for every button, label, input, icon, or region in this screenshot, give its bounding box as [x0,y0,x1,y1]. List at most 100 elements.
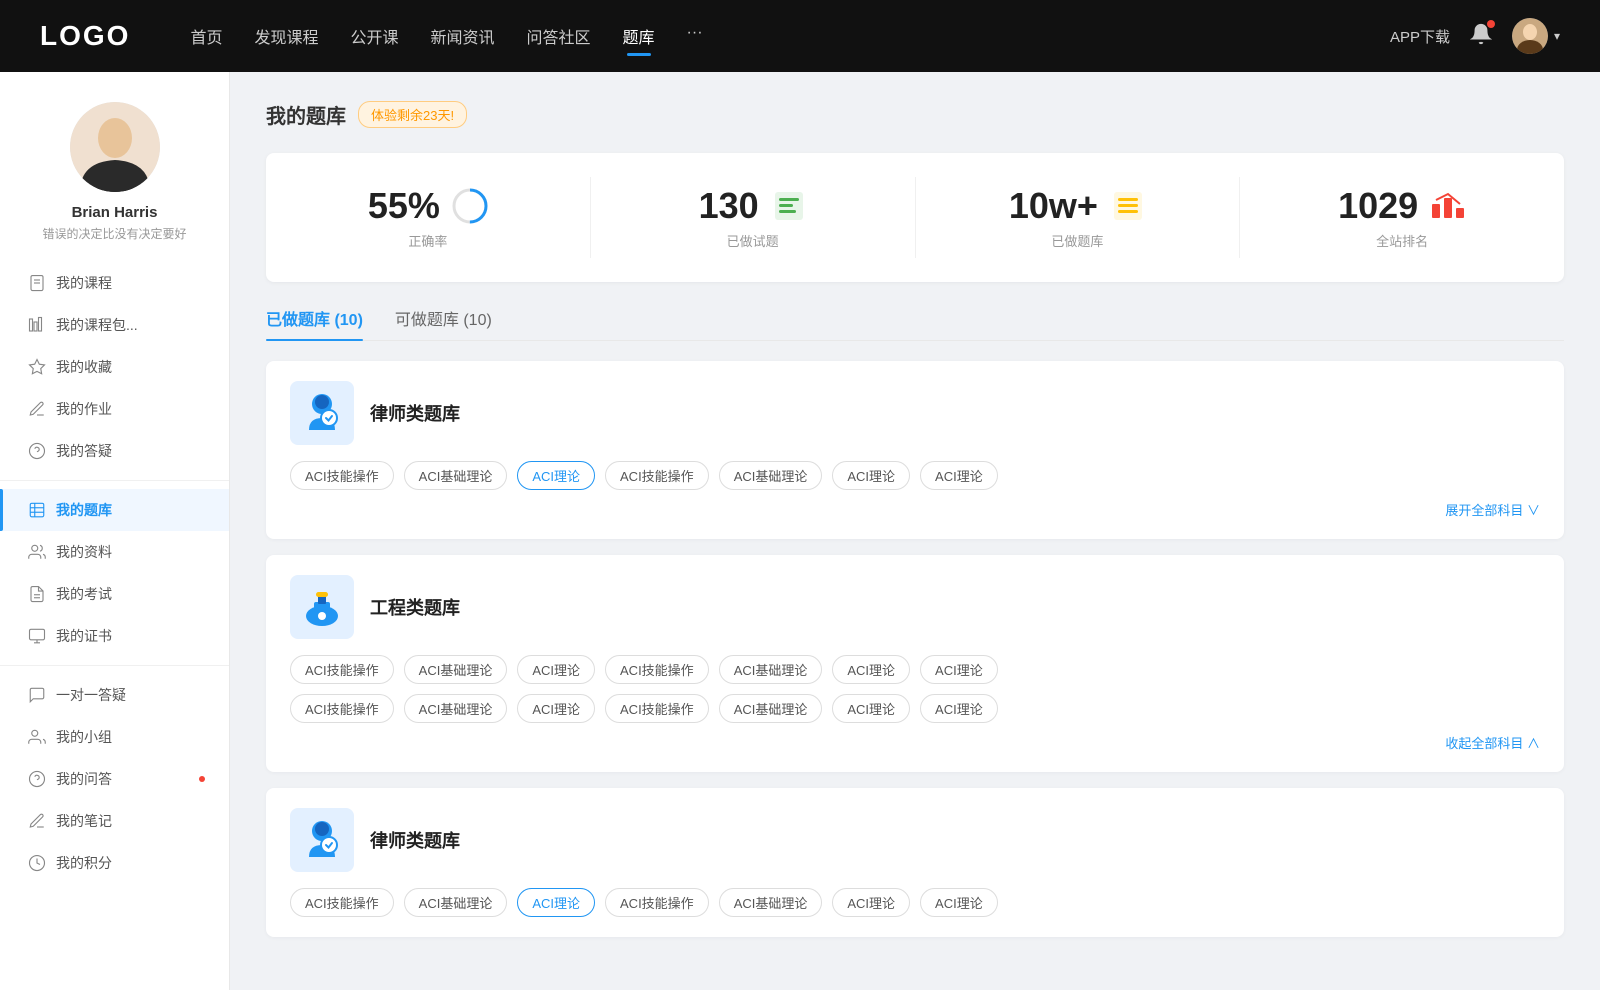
stats-card: 55% 正确率 130 [266,153,1564,282]
tag[interactable]: ACI基础理论 [404,694,508,723]
sidebar-item-mydata[interactable]: 我的资料 [0,531,229,573]
nav-more[interactable]: ··· [687,20,703,52]
sidebar-item-favorites[interactable]: 我的收藏 [0,346,229,388]
sidebar-divider [0,480,229,481]
stat-rank-number: 1029 [1338,185,1418,227]
stat-done-number: 130 [699,185,759,227]
tab-available-banks[interactable]: 可做题库 (10) [395,306,492,340]
tag[interactable]: ACI技能操作 [605,888,709,917]
app-download-link[interactable]: APP下载 [1390,26,1450,47]
notification-badge [1487,20,1495,28]
sidebar-menu: 我的课程 我的课程包... 我的收藏 我的作业 我的答疑 我的题 [0,262,229,884]
sidebar-item-notes[interactable]: 我的笔记 [0,800,229,842]
sidebar-item-onetoone[interactable]: 一对一答疑 [0,674,229,716]
tag[interactable]: ACI理论 [920,461,998,490]
tab-done-banks[interactable]: 已做题库 (10) [266,306,363,340]
tag[interactable]: ACI基础理论 [719,461,823,490]
notification-dot [199,776,205,782]
sidebar-item-homework[interactable]: 我的作业 [0,388,229,430]
stat-accuracy-number: 55% [368,185,440,227]
qbank-section-lawyer: 律师类题库 ACI技能操作 ACI基础理论 ACI理论 ACI技能操作 ACI基… [266,361,1564,539]
topnav: LOGO 首页 发现课程 公开课 新闻资讯 问答社区 题库 ··· APP下载 … [0,0,1600,72]
tag[interactable]: ACI基础理论 [404,461,508,490]
tag-active[interactable]: ACI理论 [517,888,595,917]
qbank-section-engineering: 工程类题库 ACI技能操作 ACI基础理论 ACI理论 ACI技能操作 ACI基… [266,555,1564,772]
tag[interactable]: ACI理论 [832,655,910,684]
qbank-tags-engineering-row1: ACI技能操作 ACI基础理论 ACI理论 ACI技能操作 ACI基础理论 AC… [290,655,1540,684]
qbank-icon-engineering [290,575,354,639]
nav-links: 首页 发现课程 公开课 新闻资讯 问答社区 题库 ··· [190,20,1390,52]
page-title-row: 我的题库 体验剩余23天! [266,100,1564,129]
tag[interactable]: ACI技能操作 [605,694,709,723]
tag[interactable]: ACI基础理论 [719,694,823,723]
rank-icon [1430,188,1466,224]
sidebar-label: 我的笔记 [56,811,112,831]
nav-open-course[interactable]: 公开课 [350,20,398,52]
chevron-down-icon: ▾ [1554,29,1560,43]
sidebar-item-certificate[interactable]: 我的证书 [0,615,229,657]
sidebar-label: 我的答疑 [56,441,112,461]
page-title: 我的题库 [266,100,346,129]
tag[interactable]: ACI基础理论 [719,655,823,684]
tag[interactable]: ACI理论 [832,694,910,723]
tag[interactable]: ACI理论 [920,694,998,723]
stat-rank-label: 全站排名 [1376,231,1428,250]
collapse-button-engineering[interactable]: 收起全部科目 ∧ [290,733,1540,752]
tag[interactable]: ACI技能操作 [290,694,394,723]
tag[interactable]: ACI理论 [517,694,595,723]
nav-home[interactable]: 首页 [190,20,222,52]
tag[interactable]: ACI技能操作 [290,888,394,917]
nav-discover[interactable]: 发现课程 [254,20,318,52]
stat-done-banks: 10w+ 已做题库 [916,177,1241,258]
stat-banks-number: 10w+ [1009,185,1098,227]
sidebar-item-myquestion[interactable]: 我的问答 [0,758,229,800]
topnav-right: APP下载 ▾ [1390,18,1560,54]
tag[interactable]: ACI理论 [832,461,910,490]
tag[interactable]: ACI理论 [517,655,595,684]
sidebar-avatar [70,102,160,192]
qbank-title-lawyer2: 律师类题库 [370,827,460,853]
tag[interactable]: ACI基础理论 [719,888,823,917]
sidebar-motto: 错误的决定比没有决定要好 [42,225,186,242]
tag[interactable]: ACI基础理论 [404,888,508,917]
nav-qa[interactable]: 问答社区 [527,20,591,52]
tag[interactable]: ACI技能操作 [605,655,709,684]
logo: LOGO [40,20,130,52]
qbank-section-lawyer2: 律师类题库 ACI技能操作 ACI基础理论 ACI理论 ACI技能操作 ACI基… [266,788,1564,937]
sidebar-label: 我的考试 [56,584,112,604]
qbank-header: 律师类题库 [290,381,1540,445]
tag[interactable]: ACI技能操作 [290,461,394,490]
tag[interactable]: ACI理论 [832,888,910,917]
tag-active[interactable]: ACI理论 [517,461,595,490]
tabs-row: 已做题库 (10) 可做题库 (10) [266,306,1564,341]
sidebar-item-mycourse[interactable]: 我的课程 [0,262,229,304]
sidebar-item-coursepack[interactable]: 我的课程包... [0,304,229,346]
tag[interactable]: ACI技能操作 [605,461,709,490]
bank-icon [1110,188,1146,224]
notification-bell[interactable] [1470,23,1492,50]
sidebar-label: 我的证书 [56,626,112,646]
user-avatar [1512,18,1548,54]
nav-questionbank[interactable]: 题库 [623,20,655,52]
sidebar-label: 我的问答 [56,769,112,789]
sidebar-item-qa[interactable]: 我的答疑 [0,430,229,472]
sidebar-item-group[interactable]: 我的小组 [0,716,229,758]
sidebar-label: 我的课程包... [56,315,138,335]
sidebar-item-questionbank[interactable]: 我的题库 [0,489,229,531]
sidebar-label: 我的小组 [56,727,112,747]
qbank-title-lawyer: 律师类题库 [370,400,460,426]
sidebar-label: 我的收藏 [56,357,112,377]
tag[interactable]: ACI理论 [920,888,998,917]
expand-button-lawyer[interactable]: 展开全部科目 ∨ [290,500,1540,519]
tag[interactable]: ACI理论 [920,655,998,684]
sidebar-label: 我的积分 [56,853,112,873]
trial-badge: 体验剩余23天! [358,101,467,128]
tag[interactable]: ACI基础理论 [404,655,508,684]
sidebar-item-exam[interactable]: 我的考试 [0,573,229,615]
nav-news[interactable]: 新闻资讯 [431,20,495,52]
sidebar-item-points[interactable]: 我的积分 [0,842,229,884]
user-avatar-wrap[interactable]: ▾ [1512,18,1560,54]
tag[interactable]: ACI技能操作 [290,655,394,684]
list-icon [771,188,807,224]
qbank-header: 律师类题库 [290,808,1540,872]
